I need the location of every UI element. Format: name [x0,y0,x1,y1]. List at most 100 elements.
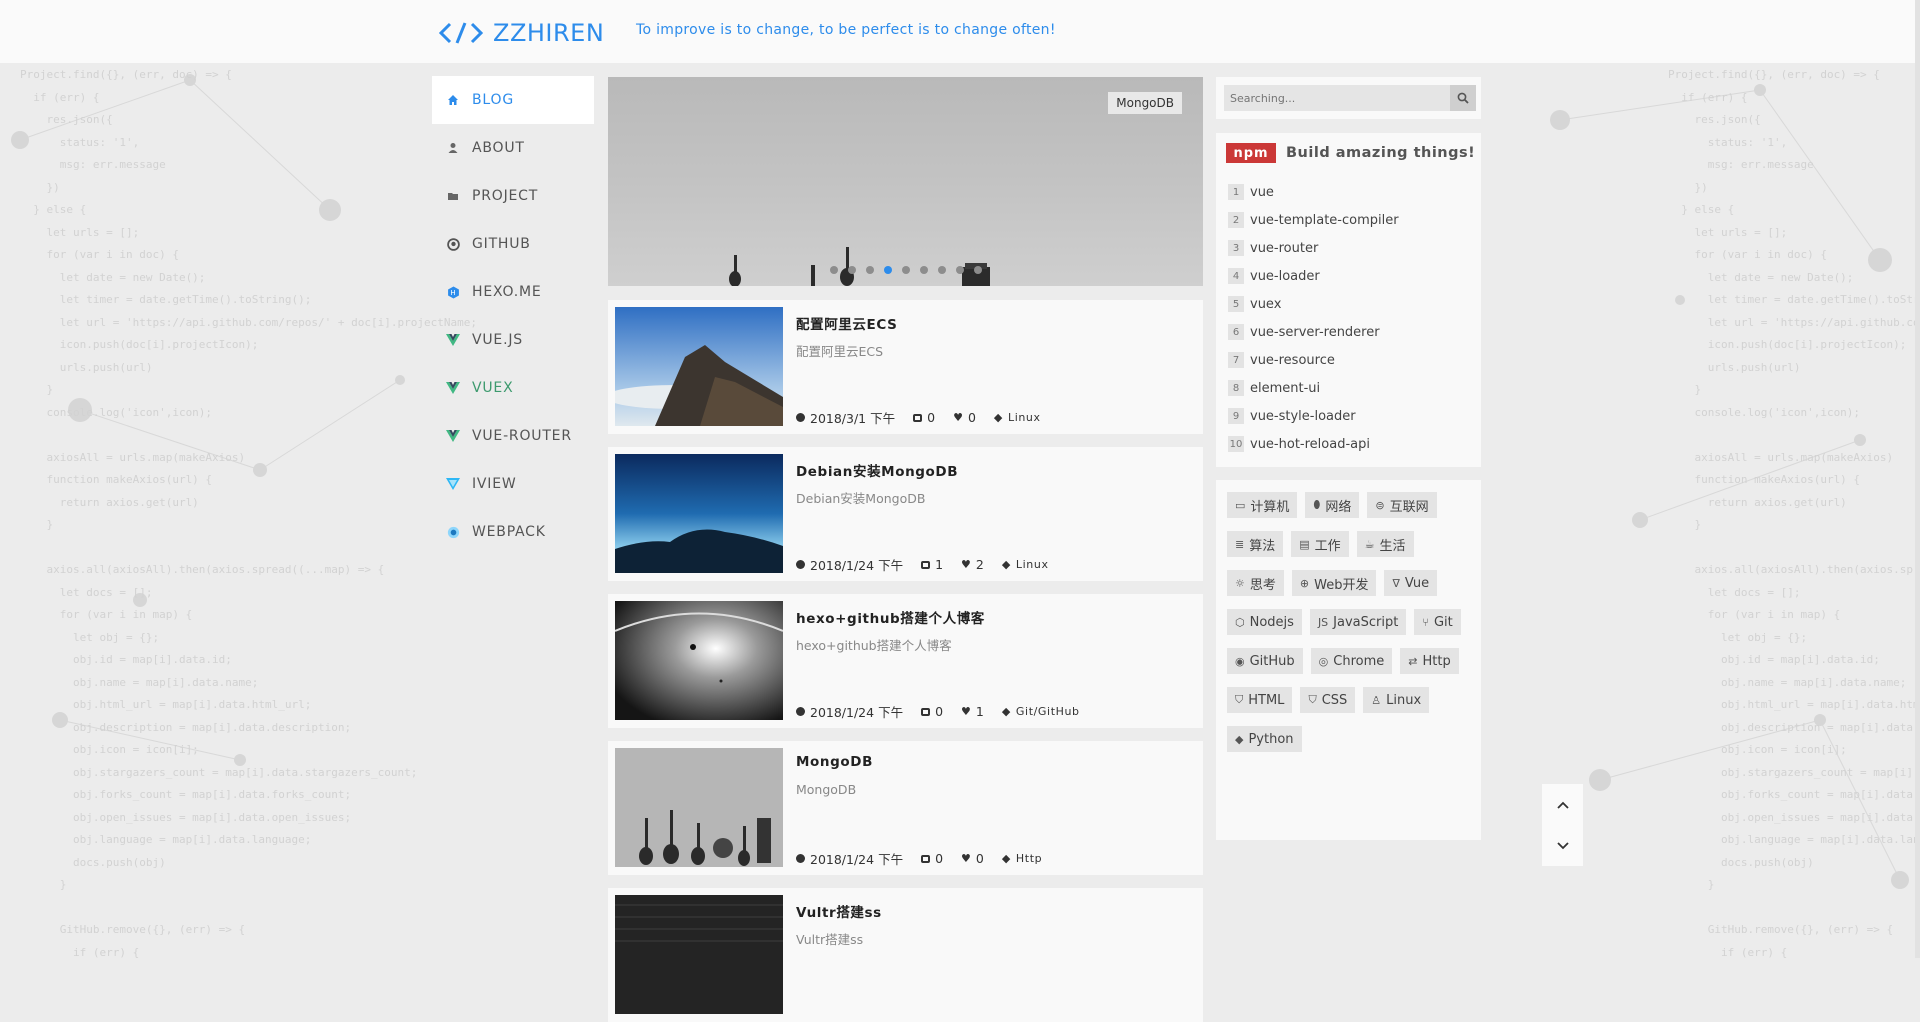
scroll-bottom-button[interactable] [1542,825,1583,866]
npm-package-item[interactable]: 3 vue-router [1228,234,1399,262]
search-icon [1457,92,1469,104]
post-title[interactable]: hexo+github搭建个人博客 [796,607,985,627]
tag-button[interactable]: ⬡ Nodejs [1227,609,1302,635]
scroll-top-button[interactable] [1542,784,1583,825]
tag-button[interactable]: ☼ 思考 [1227,570,1284,596]
post-tag[interactable]: ◆ Git/GitHub [1002,705,1080,718]
npm-package-item[interactable]: 1 vue [1228,178,1399,206]
nav-label: VUEX [472,380,514,396]
nav-label: ABOUT [472,140,525,156]
nav-item-iview[interactable]: IVIEW [432,460,594,508]
carousel-dot[interactable] [901,266,910,274]
post-thumbnail[interactable] [615,454,783,573]
post-likes[interactable]: ♥ 0 [961,851,984,866]
post-likes[interactable]: ♥ 0 [953,410,976,425]
npm-package-item[interactable]: 7 vue-resource [1228,346,1399,374]
npm-package-item[interactable]: 5 vuex [1228,290,1399,318]
post-tag[interactable]: ◆ Linux [994,411,1041,424]
banner-tag[interactable]: MongoDB [1108,92,1182,114]
tag-icon: ▤ [1299,537,1310,551]
tag-button[interactable]: ≣ 算法 [1227,531,1284,557]
npm-header: npm Build amazing things! [1226,143,1475,163]
post-title[interactable]: Debian安装MongoDB [796,460,958,480]
search-input[interactable] [1224,85,1450,111]
package-name: vue [1250,184,1274,200]
post-tag[interactable]: ◆ Http [1002,852,1042,865]
nav-item-vuejs[interactable]: VUE.JS [432,316,594,364]
carousel-dot[interactable] [973,266,982,274]
carousel-dot[interactable] [847,266,856,274]
carousel-dot[interactable] [937,266,946,274]
home-icon [446,93,460,107]
nav-item-vuex[interactable]: VUEX [432,364,594,412]
tag-button[interactable]: ⛉ HTML [1227,687,1293,713]
tag-icon: ◆ [1001,852,1011,865]
post-likes[interactable]: ♥ 2 [961,557,984,572]
tag-label: HTML [1248,692,1285,708]
carousel-dot[interactable] [955,266,964,274]
post-subtitle: hexo+github搭建个人博客 [796,638,952,653]
tag-button[interactable]: ∇ Vue [1384,570,1438,596]
post-card[interactable]: Debian安装MongoDB Debian安装MongoDB 2018/1/2… [608,447,1203,581]
tag-button[interactable]: ♙ Linux [1363,687,1430,713]
npm-package-item[interactable]: 2 vue-template-compiler [1228,206,1399,234]
tag-button[interactable]: ⬮ 网络 [1305,492,1360,518]
post-card[interactable]: Vultr搭建ss Vultr搭建ss [608,888,1203,1022]
tag-button[interactable]: ⑂ Git [1414,609,1461,635]
post-tag[interactable]: ◆ Linux [1002,558,1049,571]
tag-label: Nodejs [1249,614,1294,630]
tag-label: 算法 [1249,538,1276,554]
nav-item-webpack[interactable]: WEBPACK [432,508,594,556]
package-name: vue-template-compiler [1250,212,1399,228]
folder-icon [446,189,460,203]
post-likes-count: 0 [975,851,984,866]
post-thumbnail[interactable] [615,895,783,1014]
npm-package-item[interactable]: 8 element-ui [1228,374,1399,402]
post-card[interactable]: MongoDB MongoDB 2018/1/24 下午 0 ♥ 0 ◆ Http [608,741,1203,875]
post-title[interactable]: MongoDB [796,754,873,770]
post-title[interactable]: 配置阿里云ECS [796,313,897,333]
search-button[interactable] [1450,85,1476,111]
tag-button[interactable]: ◉ GitHub [1227,648,1303,674]
nav-item-about[interactable]: ABOUT [432,124,594,172]
carousel-dot[interactable] [829,266,838,274]
post-title[interactable]: Vultr搭建ss [796,901,882,921]
tag-button[interactable]: ◆ Python [1227,726,1302,752]
site-logo[interactable]: ZZHIREN [439,16,604,50]
nav-item-github[interactable]: GITHUB [432,220,594,268]
post-thumbnail[interactable] [615,601,783,720]
nav-item-hexo[interactable]: H HEXO.ME [432,268,594,316]
npm-package-item[interactable]: 6 vue-server-renderer [1228,318,1399,346]
page-scrollbar[interactable] [1915,0,1920,958]
tag-button[interactable]: ⊕ Web开发 [1291,570,1377,596]
npm-package-item[interactable]: 4 vue-loader [1228,262,1399,290]
tag-button[interactable]: ◎ Chrome [1310,648,1393,674]
tag-button[interactable]: ⇄ Http [1400,648,1459,674]
nav-item-project[interactable]: PROJECT [432,172,594,220]
post-thumbnail[interactable] [615,748,783,867]
tag-button[interactable]: ☕ 生活 [1356,531,1414,557]
carousel-dot[interactable] [865,266,874,274]
tag-button[interactable]: ▭ 计算机 [1227,492,1298,518]
npm-package-item[interactable]: 9 vue-style-loader [1228,402,1399,430]
tag-button[interactable]: ▤ 工作 [1291,531,1349,557]
post-likes[interactable]: ♥ 1 [961,704,984,719]
tag-button[interactable]: JS JavaScript [1309,609,1407,635]
post-card[interactable]: 配置阿里云ECS 配置阿里云ECS 2018/3/1 下午 0 ♥ 0 ◆ Linu… [608,300,1203,434]
tag-button[interactable]: ⊜ 互联网 [1367,492,1437,518]
carousel-dot[interactable] [883,266,892,274]
nav-item-vue-router[interactable]: VUE-ROUTER [432,412,594,460]
carousel-dot[interactable] [919,266,928,274]
post-likes-count: 1 [975,704,984,719]
github-icon [446,237,460,251]
post-card[interactable]: hexo+github搭建个人博客 hexo+github搭建个人博客 2018… [608,594,1203,728]
tag-button[interactable]: ⛉ CSS [1300,687,1356,713]
clock-icon [796,413,805,422]
nav-item-blog[interactable]: BLOG [432,76,594,124]
npm-package-item[interactable]: 10 vue-hot-reload-api [1228,430,1399,458]
post-thumbnail[interactable] [615,307,783,426]
banner-carousel[interactable]: MongoDB [608,77,1203,286]
package-name: element-ui [1250,380,1321,396]
comment-icon [921,560,931,569]
tag-icon: ⇄ [1408,654,1418,668]
